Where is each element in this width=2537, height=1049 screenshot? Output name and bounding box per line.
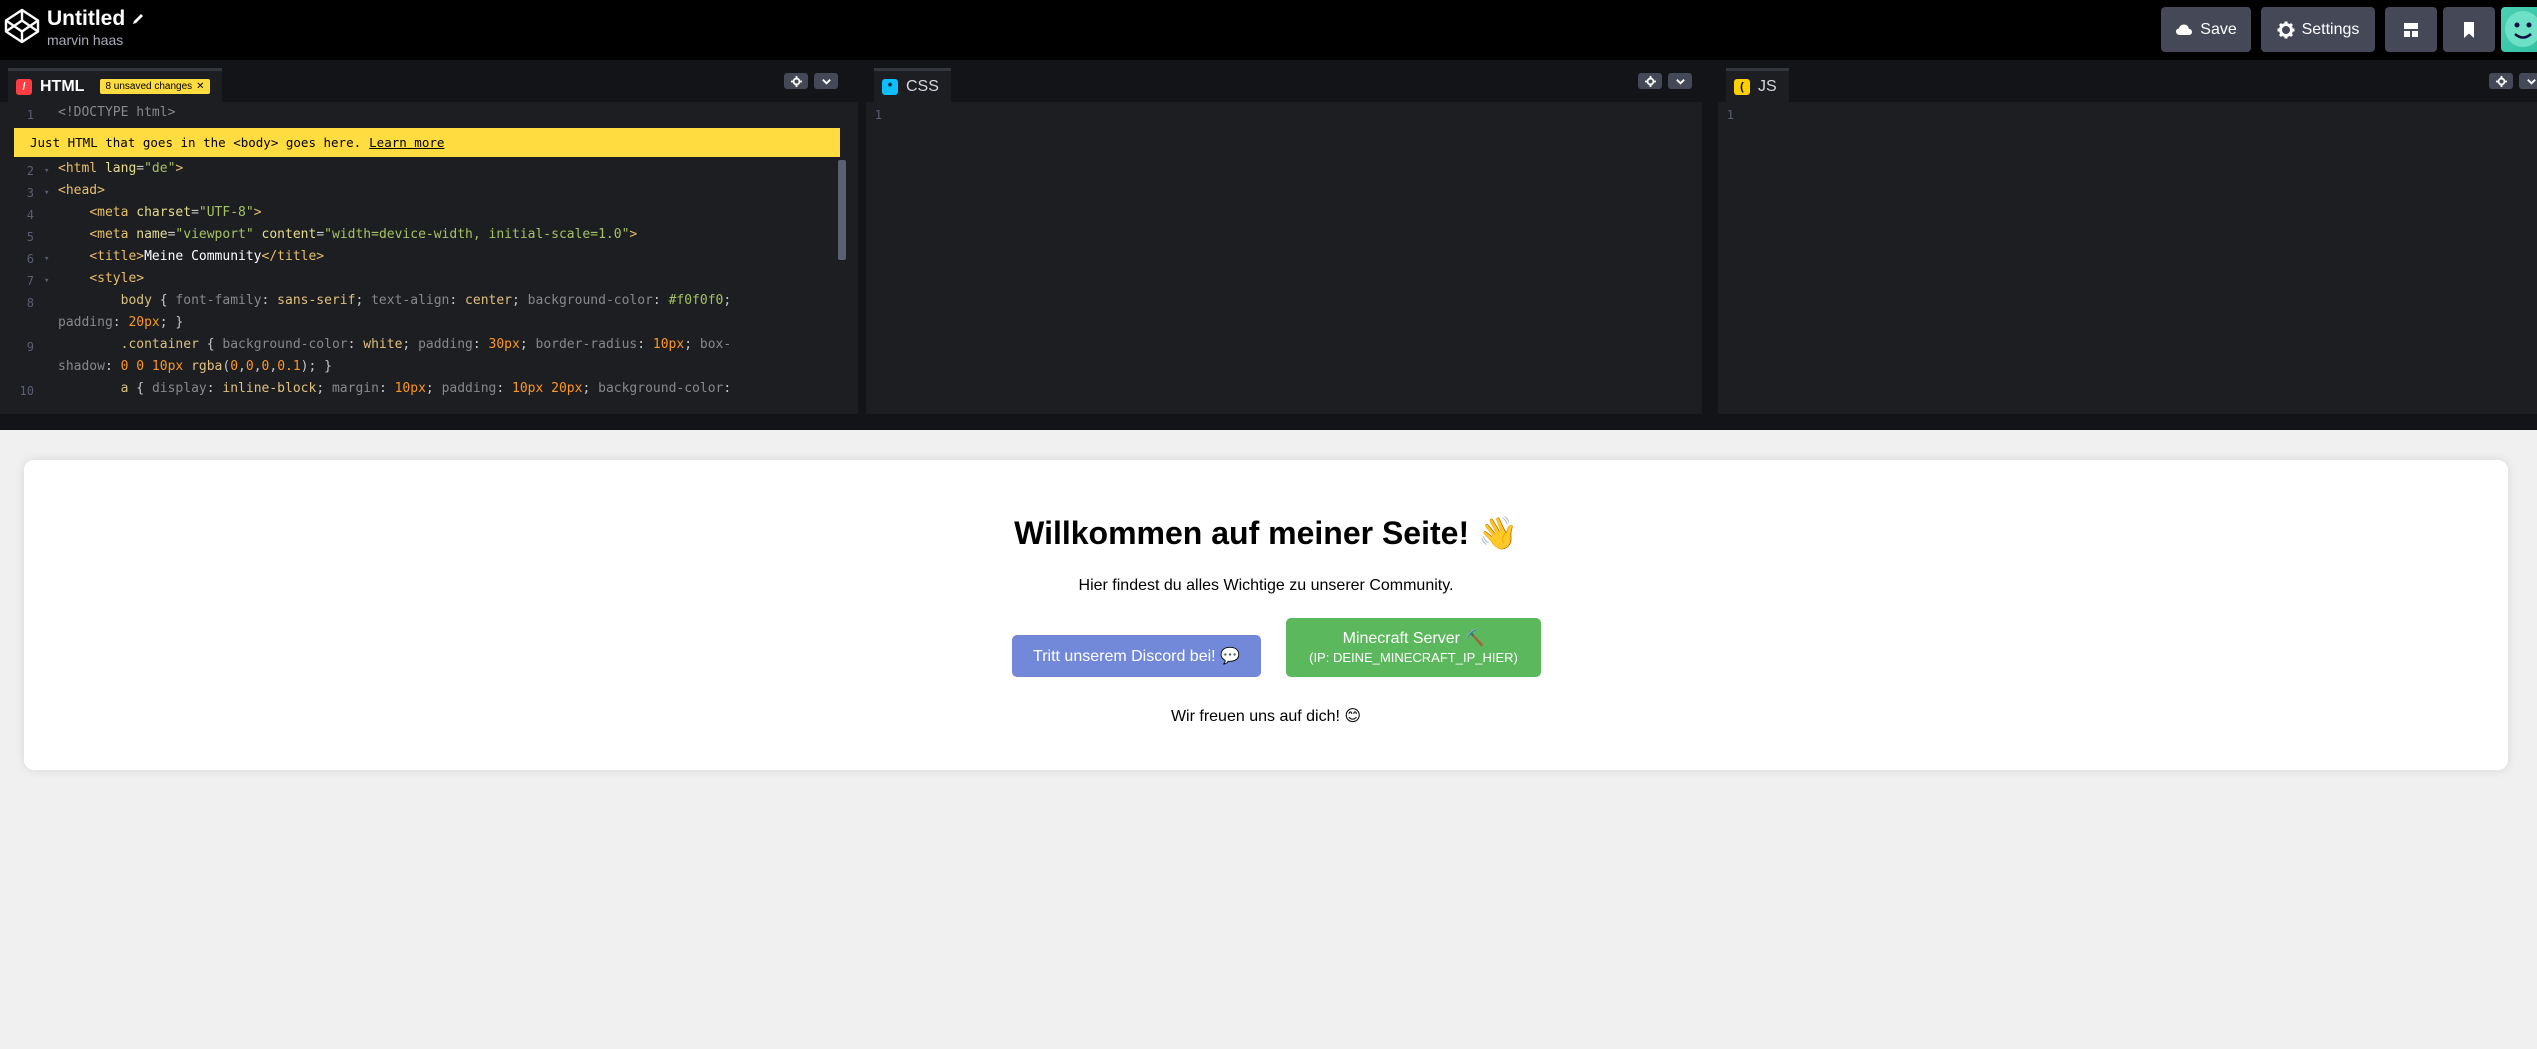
js-editor-pane: ( JS 1: [1718, 60, 2537, 414]
html-collapse-button[interactable]: [814, 73, 838, 89]
js-pane-header: ( JS: [1718, 60, 2537, 102]
line-number: 1: [26, 108, 34, 122]
line-number: 9: [26, 340, 34, 354]
preview-container: Willkommen auf meiner Seite! 👋 Hier find…: [24, 460, 2508, 770]
avatar-face-icon: [2505, 11, 2537, 47]
layout-grid-icon: [2404, 22, 2418, 37]
pencil-icon[interactable]: [131, 12, 145, 26]
tip-text: Just HTML that goes in the <body> goes h…: [30, 135, 362, 150]
line-number: 1: [874, 108, 882, 122]
code-line: <meta name="viewport" content="width=dev…: [89, 227, 638, 242]
html-icon: /: [16, 78, 32, 95]
line-number: 1: [1726, 108, 1734, 122]
unsaved-changes-label: 8 unsaved changes: [105, 81, 193, 92]
editor-resize-handle[interactable]: [0, 414, 2537, 430]
code-line: <style>: [89, 271, 145, 286]
css-collapse-button[interactable]: [1668, 73, 1692, 89]
chevron-down-icon: [2526, 78, 2536, 85]
minecraft-server-button[interactable]: Minecraft Server ⛏️ (IP: DEINE_MINECRAFT…: [1286, 618, 1541, 677]
code-line: body { font-family: sans-serif; text-ali…: [58, 293, 732, 330]
code-line: <html lang="de">: [58, 161, 184, 176]
preview-footer-text: Wir freuen uns auf dich! 😊: [1170, 708, 1362, 725]
gear-icon: [2495, 75, 2507, 87]
close-icon[interactable]: ✕: [196, 81, 204, 92]
line-number: 5: [26, 230, 34, 244]
css-tab-label: CSS: [906, 77, 939, 95]
code-line: <head>: [58, 183, 105, 198]
preview-heading: Willkommen auf meiner Seite! 👋: [1014, 515, 1518, 551]
gear-icon: [2277, 21, 2295, 38]
html-pane-header: / HTML 8 unsaved changes ✕: [0, 60, 858, 102]
discord-button[interactable]: Tritt unserem Discord bei! 💬: [1012, 635, 1261, 677]
minecraft-button-title: Minecraft Server ⛏️: [1342, 629, 1485, 647]
code-line: <!DOCTYPE html>: [58, 105, 176, 120]
codepen-logo-icon[interactable]: [4, 8, 40, 44]
js-settings-button[interactable]: [2489, 73, 2513, 89]
pen-author[interactable]: marvin haas: [47, 32, 145, 48]
code-line: <title>Meine Community</title>: [89, 249, 325, 264]
css-settings-button[interactable]: [1638, 73, 1662, 89]
discord-button-label: Tritt unserem Discord bei! 💬: [1033, 647, 1240, 665]
js-code-editor[interactable]: 1: [1718, 102, 2537, 414]
code-line: <meta charset="UTF-8">: [89, 205, 262, 220]
js-icon: (: [1734, 78, 1750, 95]
css-code-editor[interactable]: 1: [866, 102, 1702, 414]
bookmark-button[interactable]: [2443, 7, 2495, 52]
settings-label: Settings: [2301, 20, 2360, 38]
fold-arrow-icon[interactable]: ▾: [44, 254, 49, 264]
css-editor-pane: * CSS 1: [866, 60, 1702, 414]
fold-arrow-icon[interactable]: ▾: [44, 166, 49, 176]
save-label: Save: [2200, 20, 2237, 38]
user-avatar[interactable]: [2501, 7, 2537, 52]
line-number: 8: [26, 296, 34, 310]
css-pane-header: * CSS: [866, 60, 1702, 102]
code-line: .container { background-color: white; pa…: [58, 337, 732, 374]
preview-frame: Willkommen auf meiner Seite! 👋 Hier find…: [0, 430, 2537, 1049]
gear-icon: [790, 75, 802, 87]
line-number: 4: [26, 208, 34, 222]
chevron-down-icon: [821, 78, 831, 85]
html-tab-label: HTML: [40, 77, 85, 95]
line-number: 6: [26, 252, 34, 266]
code-line: a { display: inline-block; margin: 10px;…: [120, 381, 732, 396]
line-number: 7: [26, 274, 34, 288]
html-settings-button[interactable]: [784, 73, 808, 89]
line-number: 2: [26, 164, 34, 178]
unsaved-changes-badge[interactable]: 8 unsaved changes ✕: [100, 79, 210, 94]
line-number: 10: [19, 384, 34, 398]
editor-area: / HTML 8 unsaved changes ✕ 1 <!DOCTYPE h…: [0, 60, 2537, 430]
change-view-button[interactable]: [2385, 7, 2437, 52]
top-bar: Untitled marvin haas Save Settings: [0, 0, 2537, 60]
pen-title-block: Untitled marvin haas: [47, 6, 145, 48]
fold-arrow-icon[interactable]: ▾: [44, 188, 49, 198]
preview-subtitle: Hier findest du alles Wichtige zu unsere…: [1078, 577, 1454, 594]
html-scrollbar[interactable]: [838, 160, 846, 260]
gear-icon: [1644, 75, 1656, 87]
chevron-down-icon: [1675, 78, 1685, 85]
html-tip-banner: Just HTML that goes in the <body> goes h…: [14, 128, 840, 157]
bookmark-icon: [2464, 21, 2474, 38]
cloud-icon: [2176, 24, 2193, 35]
learn-more-link[interactable]: Learn more: [369, 135, 444, 150]
html-tab[interactable]: / HTML 8 unsaved changes ✕: [8, 68, 222, 102]
css-tab[interactable]: * CSS: [874, 68, 951, 102]
save-button[interactable]: Save: [2161, 7, 2251, 52]
js-tab[interactable]: ( JS: [1726, 68, 1789, 102]
minecraft-button-ip: (IP: DEINE_MINECRAFT_IP_HIER): [1309, 649, 1518, 665]
fold-arrow-icon[interactable]: ▾: [44, 276, 49, 286]
js-collapse-button[interactable]: [2519, 73, 2537, 89]
html-editor-pane: / HTML 8 unsaved changes ✕ 1 <!DOCTYPE h…: [0, 60, 858, 414]
css-icon: *: [882, 78, 898, 95]
settings-button[interactable]: Settings: [2261, 7, 2375, 52]
pen-title[interactable]: Untitled: [47, 6, 125, 32]
js-tab-label: JS: [1758, 77, 1777, 95]
line-number: 3: [26, 186, 34, 200]
